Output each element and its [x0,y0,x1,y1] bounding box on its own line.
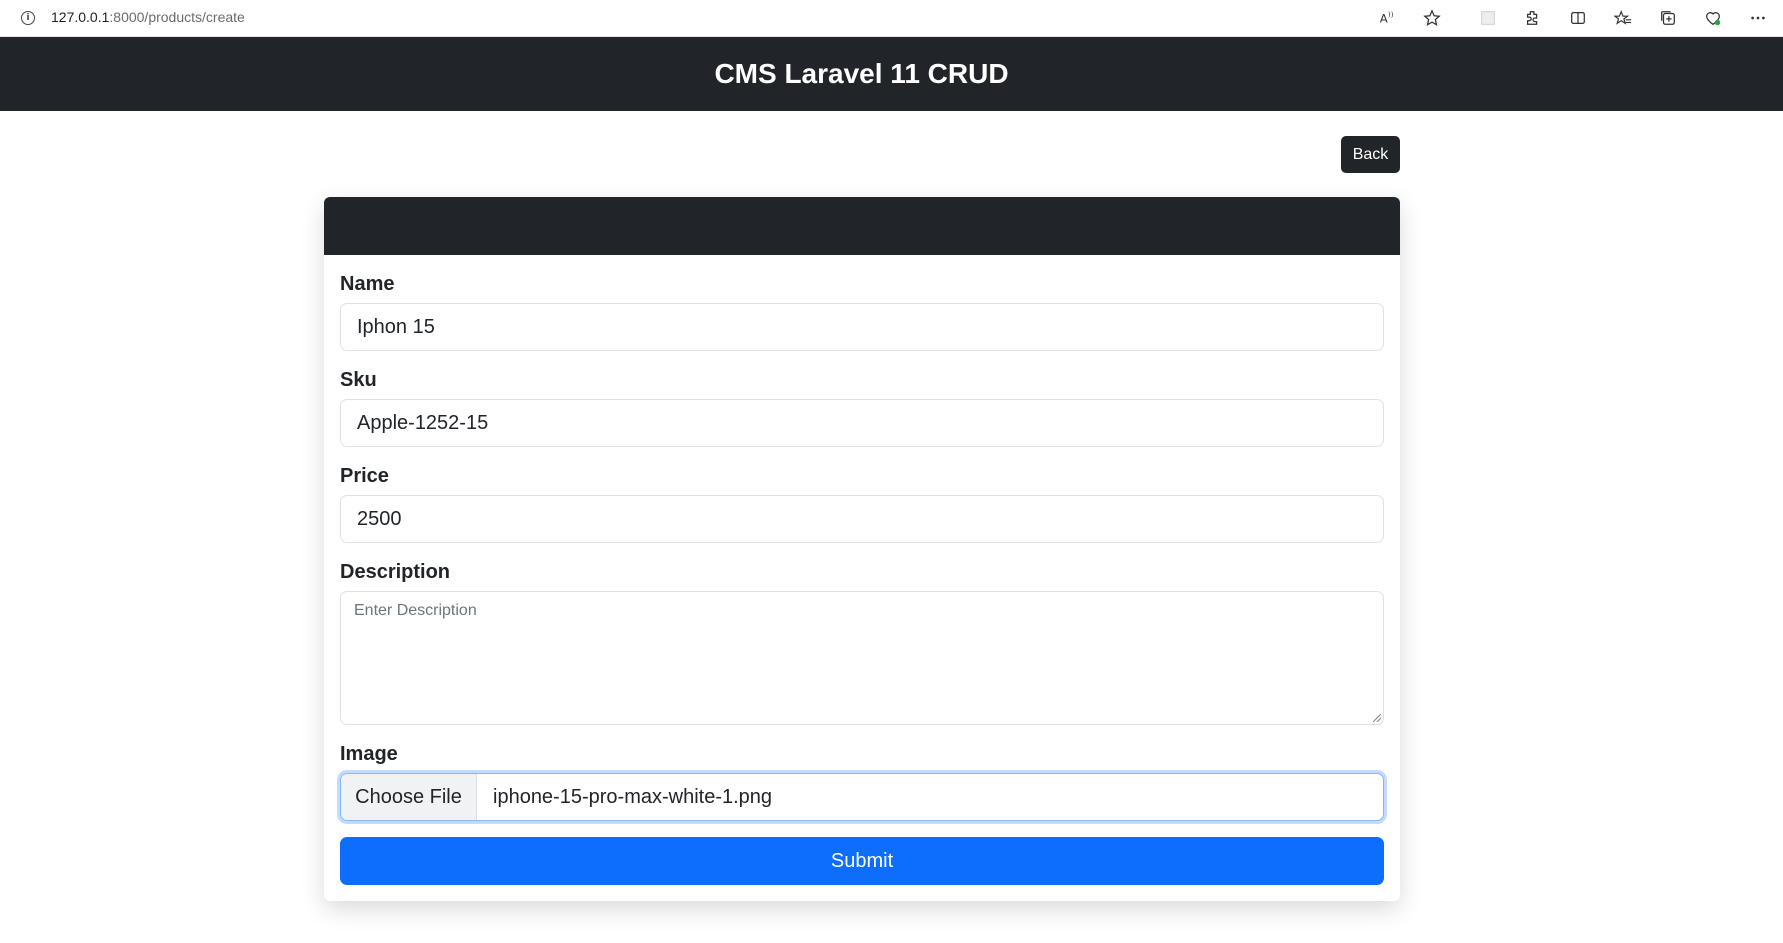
svg-text:)): )) [1388,10,1394,19]
choose-file-button[interactable]: Choose File [341,774,477,820]
read-aloud-icon[interactable]: A)) [1376,7,1398,29]
name-label: Name [340,273,395,295]
submit-button[interactable]: Submit [340,837,1384,885]
url-path: :8000/products/create [109,9,245,25]
url-host: 127.0.0.1 [51,9,110,25]
sku-field[interactable]: Apple-1252-15 [340,399,1384,447]
name-field[interactable]: Iphon 15 [340,303,1384,351]
url-text[interactable]: 127.0.0.1:8000/products/create [51,9,245,25]
description-label: Description [340,561,451,583]
svg-text:A: A [1380,12,1388,26]
image-file-input[interactable]: Choose File iphone-15-pro-max-white-1.pn… [340,773,1384,821]
price-field[interactable]: 2500 [340,495,1384,543]
page-title: CMS Laravel 11 CRUD [714,58,1009,89]
more-menu-icon[interactable] [1747,7,1769,29]
image-label: Image [340,743,398,765]
browser-toolbar: A)) [1376,7,1769,29]
extensions-icon[interactable] [1522,7,1544,29]
product-form: Name Iphon 15 Sku Apple-1252-15 Price 25… [324,273,1400,885]
extension-placeholder-icon[interactable] [1477,7,1499,29]
favorites-icon[interactable] [1612,7,1634,29]
description-textarea[interactable]: Enter Description [340,591,1384,725]
favorite-star-icon[interactable] [1421,7,1443,29]
card-header [324,197,1400,255]
collections-icon[interactable] [1657,7,1679,29]
browser-essentials-icon[interactable] [1702,7,1724,29]
description-placeholder: Enter Description [354,602,477,619]
resize-handle-icon[interactable] [1373,714,1381,722]
price-label: Price [340,465,389,487]
browser-address-bar: i 127.0.0.1:8000/products/create A)) [0,0,1783,37]
selected-file-name: iphone-15-pro-max-white-1.png [493,785,773,808]
site-info-icon[interactable]: i [21,11,35,25]
back-button[interactable]: Back [1341,136,1400,173]
product-form-card: Name Iphon 15 Sku Apple-1252-15 Price 25… [324,197,1400,901]
sku-label: Sku [340,369,377,391]
app-header: CMS Laravel 11 CRUD [0,37,1783,111]
split-screen-icon[interactable] [1567,7,1589,29]
